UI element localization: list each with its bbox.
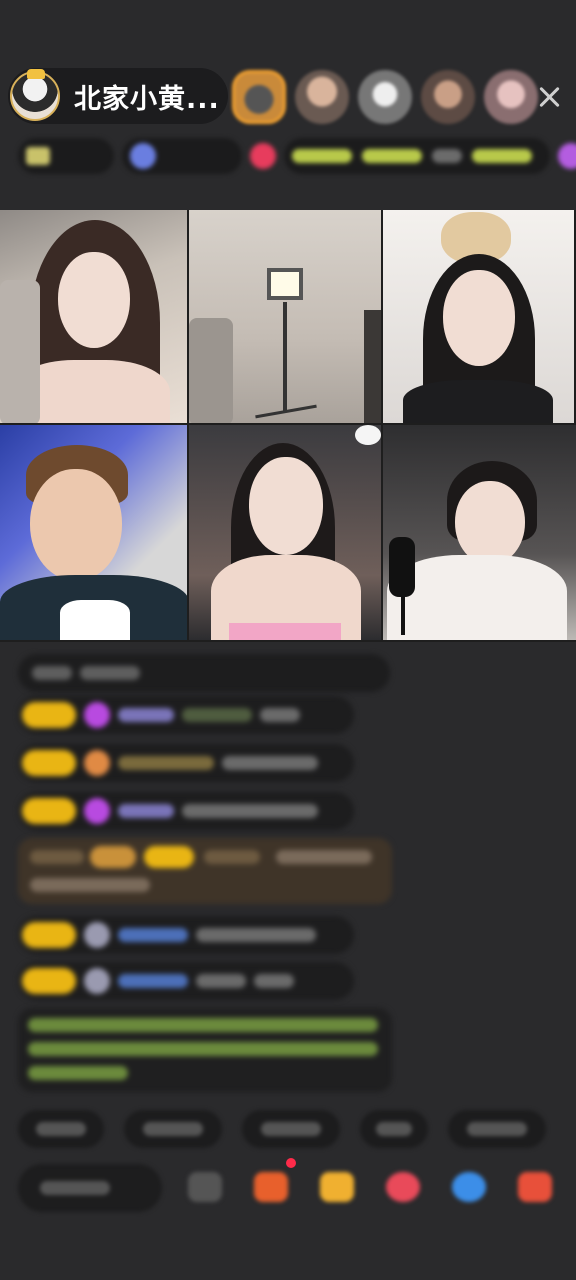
close-icon[interactable] (536, 84, 562, 110)
level-badge (22, 922, 76, 948)
host-profile-pill[interactable]: 北家小黄... (8, 68, 228, 124)
video-seat[interactable] (383, 425, 576, 642)
viewer-avatar[interactable] (484, 70, 538, 124)
shop-icon[interactable] (254, 1172, 288, 1202)
chat-message[interactable] (18, 1008, 392, 1092)
gift-box-icon[interactable] (320, 1172, 354, 1202)
system-announcement (18, 838, 392, 904)
video-seat[interactable] (0, 425, 189, 642)
diamond-icon (84, 702, 110, 728)
level-badge (22, 702, 76, 728)
quick-reply-chip[interactable] (242, 1110, 340, 1148)
notification-dot (286, 1158, 296, 1168)
chat-message[interactable] (18, 696, 354, 734)
video-seat[interactable] (189, 210, 383, 425)
quick-reply-chip[interactable] (360, 1110, 428, 1148)
gift-icon[interactable] (518, 1172, 552, 1202)
quick-reply-chip[interactable] (448, 1110, 546, 1148)
chat-input[interactable] (18, 1164, 162, 1212)
video-seat[interactable] (383, 210, 576, 425)
video-seat[interactable] (189, 425, 383, 642)
chat-notice (18, 654, 390, 692)
top-viewers-list (232, 70, 538, 124)
viewer-avatar[interactable] (232, 70, 286, 124)
host-name: 北家小黄... (74, 83, 220, 115)
level-badge (22, 968, 76, 994)
chat-message[interactable] (18, 962, 354, 1000)
chat-message[interactable] (18, 744, 354, 782)
video-seat[interactable] (0, 210, 189, 425)
level-badge (22, 750, 76, 776)
crown-icon (27, 69, 45, 79)
viewer-avatar[interactable] (295, 70, 349, 124)
chat-message[interactable] (18, 792, 354, 830)
viewer-avatar[interactable] (358, 70, 412, 124)
info-badge-row (18, 138, 576, 174)
badge-icon (84, 750, 110, 776)
badge-item[interactable] (18, 138, 114, 174)
badge-item[interactable] (122, 138, 242, 174)
badge-item[interactable] (284, 138, 550, 174)
quick-reply-chip[interactable] (124, 1110, 222, 1148)
chat-message[interactable] (18, 916, 354, 954)
avatar (84, 968, 110, 994)
viewer-avatar[interactable] (421, 70, 475, 124)
multi-guest-video-grid (0, 210, 576, 642)
heart-icon[interactable] (250, 143, 276, 169)
link-icon[interactable] (452, 1172, 486, 1202)
level-badge (22, 798, 76, 824)
avatar (84, 922, 110, 948)
game-icon[interactable] (386, 1172, 420, 1202)
host-avatar[interactable] (10, 69, 60, 121)
bottom-action-bar (14, 1158, 574, 1214)
emoji-icon[interactable] (188, 1172, 222, 1202)
quick-reply-bar (18, 1110, 546, 1148)
diamond-icon (84, 798, 110, 824)
quick-reply-chip[interactable] (18, 1110, 104, 1148)
gift-icon[interactable] (558, 143, 576, 169)
